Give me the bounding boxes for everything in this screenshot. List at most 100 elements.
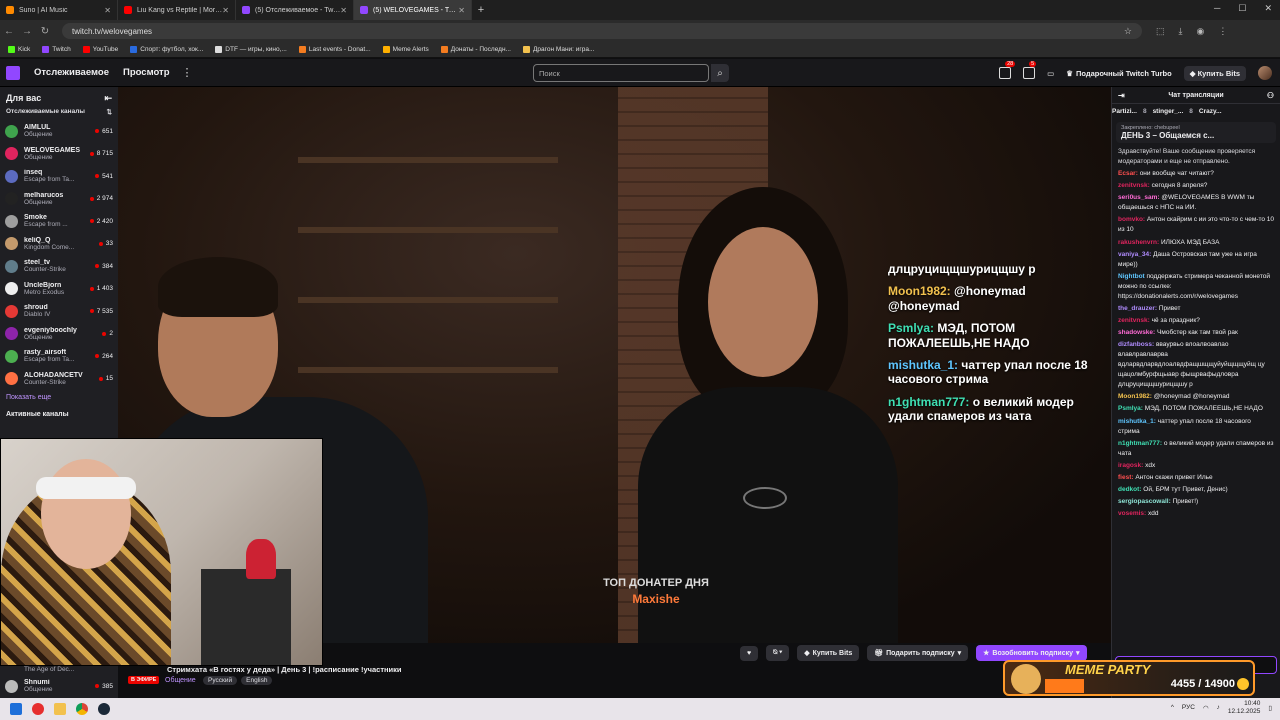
search-icon[interactable]: ⌕: [711, 64, 729, 82]
turbo-button[interactable]: ♛ Подарочный Twitch Turbo: [1066, 69, 1171, 78]
close-tab-icon[interactable]: ✕: [222, 6, 229, 15]
chat-username[interactable]: shadowske:: [1118, 329, 1155, 336]
language-indicator[interactable]: РУС: [1182, 704, 1195, 711]
chat-username[interactable]: Ecsar:: [1118, 170, 1138, 177]
nav-browse[interactable]: Просмотр: [123, 67, 170, 78]
volume-icon[interactable]: ♪: [1217, 704, 1220, 711]
resub-button[interactable]: ★ Возобновить подписку ▾: [976, 645, 1087, 661]
follow-heart-icon[interactable]: ♥: [740, 645, 759, 661]
menu-icon[interactable]: ⋮: [1218, 26, 1227, 37]
more-icon[interactable]: ⋮: [182, 66, 193, 79]
chat-username[interactable]: rakushenvrn:: [1118, 239, 1159, 246]
close-tab-icon[interactable]: ✕: [340, 6, 347, 15]
new-tab-button[interactable]: +: [472, 4, 490, 16]
folder-icon[interactable]: [54, 703, 66, 715]
sidebar-channel[interactable]: inseq Escape from Ta... 541: [0, 165, 118, 188]
bookmark-item[interactable]: Kick: [8, 46, 30, 53]
chat-username[interactable]: vosemis:: [1118, 510, 1146, 517]
chat-username[interactable]: zenitvnsk:: [1118, 317, 1150, 324]
chat-username[interactable]: Moon1982:: [1118, 393, 1152, 400]
sidebar-channel[interactable]: evgeniyboochly Общение 2: [0, 323, 118, 346]
stream-tag[interactable]: Русский: [203, 676, 238, 685]
chat-username[interactable]: mishutka_1:: [1118, 418, 1156, 425]
stream-tag[interactable]: English: [241, 676, 273, 685]
bookmark-item[interactable]: Twitch: [42, 46, 71, 53]
chat-username[interactable]: fiest:: [1118, 474, 1134, 481]
inbox-icon[interactable]: 28: [999, 61, 1016, 79]
sidebar-channel[interactable]: WELOVEGAMES Общение 8 715: [0, 143, 118, 166]
windows-start-icon[interactable]: [10, 703, 22, 715]
bookmark-item[interactable]: DTF — игры, кино,...: [215, 46, 287, 53]
yandex-icon[interactable]: [32, 703, 44, 715]
chat-username[interactable]: n1ghtman777:: [1118, 440, 1162, 447]
download-icon[interactable]: ⤓: [1179, 26, 1183, 37]
sort-icon[interactable]: ⇅: [107, 108, 112, 116]
sidebar-channel[interactable]: shroud Diablo IV 7 535: [0, 300, 118, 323]
extension-icon[interactable]: ⬚: [1156, 26, 1165, 37]
sidebar-channel[interactable]: keliQ_Q Kingdom Come... 33: [0, 233, 118, 256]
close-window-icon[interactable]: ✕: [1264, 3, 1272, 14]
twitch-logo-icon[interactable]: [6, 65, 20, 80]
sidebar-channel[interactable]: ALOHADANCETV Counter-Strike 15: [0, 368, 118, 391]
chrome-icon[interactable]: [76, 703, 88, 715]
sidebar-channel[interactable]: Shnumi Общение 385: [0, 675, 118, 698]
wifi-icon[interactable]: ◠: [1203, 704, 1209, 712]
sidebar-channel[interactable]: steel_tv Counter-Strike 384: [0, 255, 118, 278]
chat-username[interactable]: zenitvnsk:: [1118, 182, 1150, 189]
nav-following[interactable]: Отслеживаемое: [34, 67, 109, 78]
sidebar-channel[interactable]: UncleBjorn Metro Exodus 1 403: [0, 278, 118, 301]
notifications-toggle-icon[interactable]: ⍉ ▾: [766, 645, 790, 661]
bookmark-item[interactable]: YouTube: [82, 46, 118, 53]
pinned-message[interactable]: Закреплено: chebupeel ДЕНЬ 3 – Общаемся …: [1116, 122, 1276, 143]
user-avatar[interactable]: [1258, 66, 1272, 80]
sidebar-channel[interactable]: rasty_airsoft Escape from Ta... 264: [0, 345, 118, 368]
gift-sub-button[interactable]: 🎁︎ Подарить подписку ▾: [867, 645, 969, 661]
chat-username[interactable]: bomvko:: [1118, 216, 1145, 223]
bookmark-item[interactable]: Донаты - Последн...: [440, 46, 511, 53]
users-icon[interactable]: ⚇: [1267, 91, 1274, 100]
stream-category[interactable]: Общение: [165, 677, 196, 684]
collapse-chat-icon[interactable]: ⇥: [1118, 91, 1125, 100]
chat-username[interactable]: Nightbot: [1118, 273, 1145, 280]
chevron-up-icon[interactable]: ^: [1171, 704, 1174, 711]
steam-icon[interactable]: [98, 703, 110, 715]
close-tab-icon[interactable]: ✕: [458, 6, 465, 15]
sidebar-channel[interactable]: melharucos Общение 2 974: [0, 188, 118, 211]
chat-username[interactable]: dedkot:: [1118, 486, 1141, 493]
bookmark-item[interactable]: Last events - Donat...: [298, 46, 371, 53]
forward-icon[interactable]: →: [18, 26, 36, 37]
maximize-icon[interactable]: ☐: [1238, 3, 1246, 14]
buy-bits-button[interactable]: ◆ Купить Bits: [1183, 65, 1246, 81]
bookmark-item[interactable]: Meme Alerts: [382, 46, 429, 53]
chat-username[interactable]: the_drauzer:: [1118, 305, 1157, 312]
chat-username[interactable]: vaniya_34:: [1118, 251, 1151, 258]
bookmark-star-icon[interactable]: ☆: [1124, 26, 1132, 37]
chat-username[interactable]: Psmlya:: [1118, 405, 1143, 412]
minimize-icon[interactable]: ─: [1214, 3, 1220, 14]
chat-username[interactable]: sergiopascowall:: [1118, 498, 1171, 505]
bookmark-item[interactable]: Спорт: футбол, хок...: [130, 46, 203, 53]
show-more-link[interactable]: Показать еще: [0, 390, 118, 405]
close-tab-icon[interactable]: ✕: [104, 6, 111, 15]
buy-bits-player-button[interactable]: ◆ Купить Bits: [797, 645, 860, 661]
reload-icon[interactable]: ↻: [36, 26, 54, 37]
whispers-icon[interactable]: ▭: [1047, 69, 1054, 78]
chat-username[interactable]: iragosk:: [1118, 462, 1143, 469]
url-field[interactable]: twitch.tv/welovegames ☆: [62, 23, 1142, 39]
profile-icon[interactable]: ◉: [1197, 26, 1205, 37]
collapse-icon[interactable]: ⇤: [104, 93, 112, 104]
search-input[interactable]: Поиск: [533, 64, 709, 82]
browser-tab[interactable]: Liu Kang vs Reptile | Mortal Kombat✕: [118, 0, 236, 20]
notifications-icon[interactable]: 5: [1023, 61, 1037, 79]
sidebar-channel[interactable]: AIMLUL Общение 651: [0, 120, 118, 143]
browser-tab[interactable]: (5) Отслеживаемое - Twitch ✕: [236, 0, 354, 20]
clock[interactable]: 10:40 12.12.2025: [1228, 700, 1261, 716]
back-icon[interactable]: ←: [0, 26, 18, 37]
notification-bell-icon[interactable]: ▯: [1268, 704, 1272, 712]
chat-username[interactable]: seri0us_sam:: [1118, 194, 1160, 201]
bookmark-item[interactable]: Драгон Мани: игра...: [522, 46, 594, 53]
browser-tab[interactable]: Suno | AI Music ✕: [0, 0, 118, 20]
sidebar-channel[interactable]: Smoke Escape from ... 2 420: [0, 210, 118, 233]
browser-tab-active[interactable]: (5) WELOVEGAMES - Twitch ✕: [354, 0, 472, 20]
chat-username[interactable]: dizfanboss:: [1118, 341, 1154, 348]
